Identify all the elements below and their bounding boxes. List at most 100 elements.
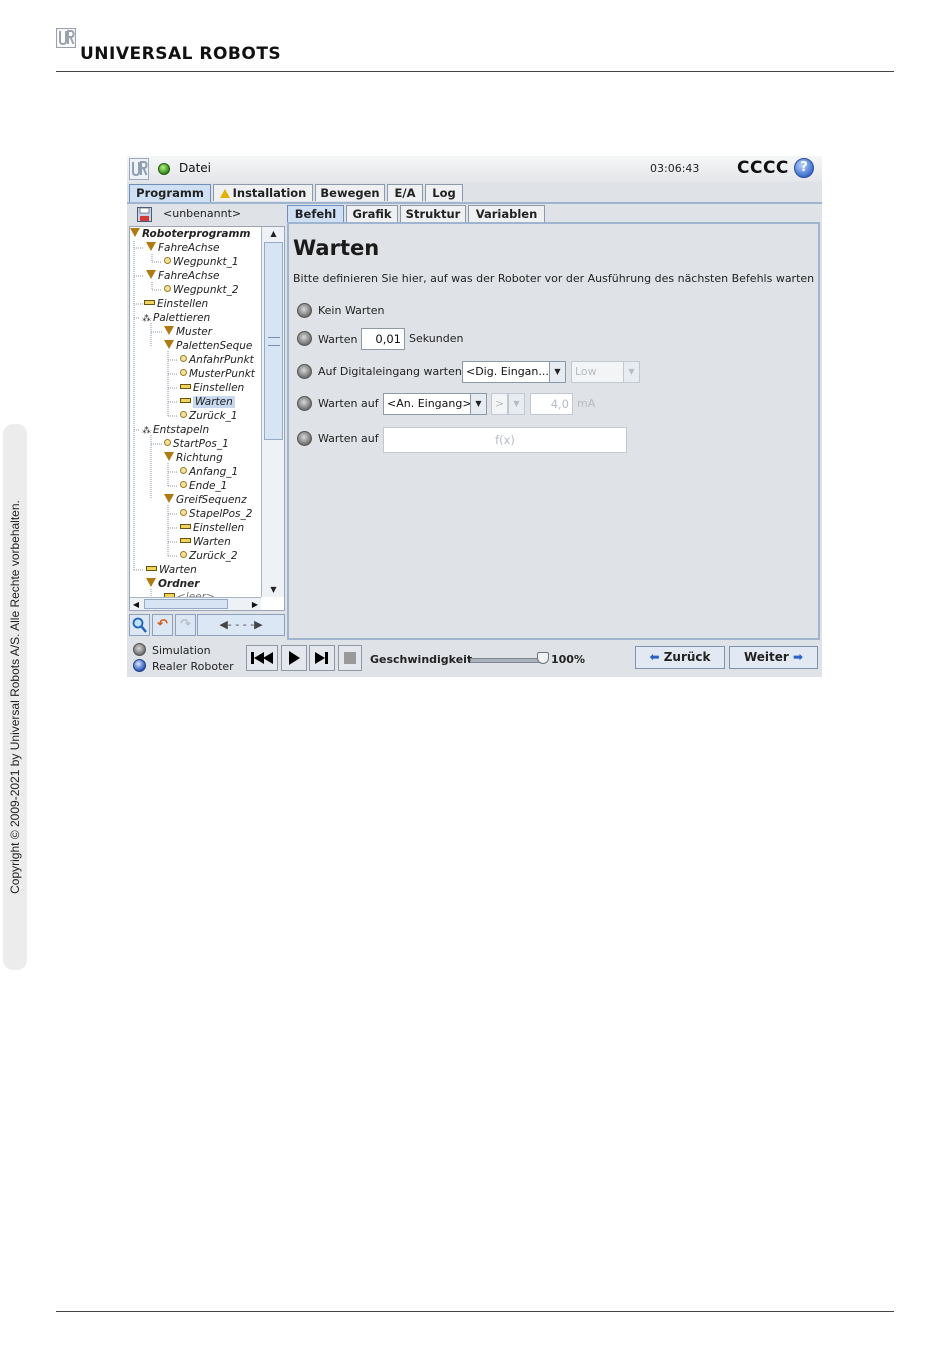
file-menu[interactable]: Datei [179, 161, 211, 175]
scroll-left-icon[interactable]: ◀ [130, 598, 142, 610]
waypoint-icon [180, 509, 187, 516]
polyscope-window: Datei 03:06:43 CCCC ? Programm Installat… [127, 156, 822, 677]
tab-befehl[interactable]: Befehl [287, 205, 344, 222]
digital-input-select[interactable]: <Dig. Eingan... [462, 361, 550, 383]
option-label: Warten auf [318, 432, 379, 445]
option-label: Warten auf [318, 397, 379, 410]
tree-node[interactable]: Ordner [146, 578, 199, 591]
play-icon[interactable] [281, 645, 307, 671]
tree-node[interactable]: Einstellen [144, 298, 208, 311]
tab-ea[interactable]: E/A [387, 184, 423, 201]
header-rule [56, 71, 894, 72]
tree-node[interactable]: FahreAchse [146, 270, 219, 283]
tree-node[interactable]: Zurück_2 [180, 550, 238, 563]
unit-label: mA [577, 397, 596, 410]
search-icon[interactable] [129, 614, 150, 636]
operator-select[interactable]: > [491, 393, 508, 415]
tab-installation[interactable]: Installation [213, 184, 313, 201]
tree-node[interactable]: AnfahrPunkt [180, 354, 254, 367]
tree-node[interactable]: Anfang_1 [180, 466, 238, 479]
warning-icon [219, 189, 230, 198]
scroll-up-icon[interactable]: ▲ [262, 227, 284, 241]
tab-bewegen[interactable]: Bewegen [315, 184, 385, 201]
scroll-down-icon[interactable]: ▼ [262, 583, 284, 597]
triangle-icon [130, 228, 140, 237]
tab-strip [127, 202, 822, 204]
redo-icon[interactable]: ↷ [175, 614, 196, 636]
tab-variablen[interactable]: Variablen [468, 205, 545, 222]
tree-node[interactable]: Ende_1 [180, 480, 227, 493]
chevron-down-icon[interactable]: ▼ [470, 393, 487, 415]
next-button[interactable]: Weiter ➡ [729, 646, 818, 669]
tree-node[interactable]: Einstellen [180, 522, 244, 535]
expression-input[interactable]: f(x) [383, 427, 627, 453]
back-button[interactable]: ⬅ Zurück [635, 646, 725, 669]
chevron-down-icon[interactable]: ▼ [549, 361, 566, 383]
save-icon[interactable] [137, 207, 152, 222]
tab-log[interactable]: Log [425, 184, 463, 201]
tree-node[interactable]: Warten [146, 564, 197, 577]
digital-level-select[interactable]: Low [571, 361, 625, 383]
tab-programm[interactable]: Programm [129, 184, 211, 203]
program-name: <unbenannt> [163, 207, 242, 220]
program-tree[interactable]: Roboterprogramm FahreAchse Wegpunkt_1 Fa… [129, 226, 285, 611]
tree-vertical-scrollbar[interactable]: ▲ ▼ [261, 227, 284, 597]
tree-node[interactable]: ⁂ Entstapeln [142, 424, 209, 437]
tree-node[interactable]: Roboterprogramm [130, 228, 250, 241]
radio-button[interactable] [297, 303, 312, 318]
mode-simulation[interactable]: Simulation [133, 643, 211, 657]
tree-node[interactable]: MusterPunkt [180, 368, 255, 381]
undo-icon[interactable]: ↶ [152, 614, 173, 636]
radio-button[interactable] [297, 364, 312, 379]
radio-button[interactable] [297, 331, 312, 346]
tree-node[interactable]: StartPos_1 [164, 438, 229, 451]
waypoint-icon [180, 467, 187, 474]
tree-node[interactable]: Einstellen [180, 382, 244, 395]
tree-node[interactable]: PalettenSeque [164, 340, 252, 353]
radio-button[interactable] [133, 659, 146, 672]
analog-value-input[interactable]: 4,0 [530, 393, 573, 415]
radio-button[interactable] [133, 643, 146, 656]
set-icon [144, 300, 155, 305]
step-icon[interactable] [309, 645, 335, 671]
tab-label: Struktur [405, 207, 461, 221]
tab-struktur[interactable]: Struktur [400, 205, 466, 222]
wait-seconds-input[interactable]: 0,01 [361, 328, 405, 350]
pallet-icon: ⁂ [142, 426, 151, 436]
tree-node[interactable]: Wegpunkt_1 [164, 256, 239, 269]
tree-node[interactable]: GreifSequenz [164, 494, 247, 507]
tab-grafik[interactable]: Grafik [346, 205, 398, 222]
tree-node[interactable]: ⁂ Palettieren [142, 312, 210, 325]
stop-icon[interactable] [338, 645, 362, 671]
radio-button[interactable] [297, 396, 312, 411]
waypoint-icon [164, 285, 171, 292]
tree-node[interactable]: Wegpunkt_2 [164, 284, 239, 297]
scroll-thumb[interactable] [264, 242, 283, 440]
tree-node[interactable]: StapelPos_2 [180, 508, 252, 521]
scroll-right-icon[interactable]: ▶ [249, 598, 261, 610]
scroll-thumb[interactable] [144, 599, 228, 609]
tab-label: Log [432, 186, 456, 200]
unit-label: Sekunden [409, 332, 464, 345]
move-node-button[interactable]: ◀- - - -▶ [197, 614, 285, 636]
radio-button[interactable] [297, 431, 312, 446]
triangle-icon [164, 326, 174, 335]
tree-horizontal-scrollbar[interactable]: ◀ ▶ [130, 597, 261, 610]
tree-node[interactable]: Richtung [164, 452, 223, 465]
speed-slider[interactable] [470, 658, 546, 663]
tree-node-selected[interactable]: Warten [180, 396, 235, 409]
analog-input-select[interactable]: <An. Eingang> [383, 393, 471, 415]
tree-node[interactable]: Zurück_1 [180, 410, 238, 423]
skip-back-icon[interactable] [246, 645, 278, 671]
waypoint-icon [164, 439, 171, 446]
tree-node[interactable]: FahreAchse [146, 242, 219, 255]
mode-real-robot[interactable]: Realer Roboter [133, 659, 234, 673]
brand-name: UNIVERSAL ROBOTS [80, 44, 282, 64]
ur-logo-icon [129, 158, 149, 180]
tree-node[interactable]: Warten [180, 536, 231, 549]
speed-slider-handle[interactable] [537, 652, 549, 664]
tree-node[interactable]: Muster [164, 326, 212, 339]
chevron-down-icon[interactable]: ▼ [623, 361, 640, 383]
chevron-down-icon[interactable]: ▼ [508, 393, 525, 415]
help-icon[interactable]: ? [794, 158, 814, 178]
